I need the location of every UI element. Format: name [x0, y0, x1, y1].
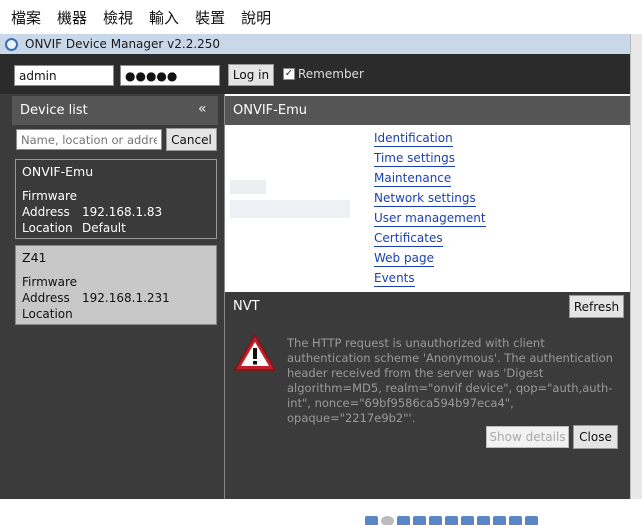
location-label: Location — [22, 307, 73, 321]
app-logo-icon — [5, 37, 18, 51]
collapse-panel-icon[interactable]: « — [198, 101, 207, 117]
error-message: The HTTP request is unauthorized with cl… — [287, 336, 613, 425]
device-name: Z41 — [22, 250, 47, 265]
close-button[interactable]: Close — [573, 425, 618, 449]
address-label: Address — [22, 205, 70, 219]
device-card-onvif-emu[interactable]: ONVIF-Emu Firmware Address 192.168.1.83 L… — [15, 159, 217, 239]
device-location: Default — [82, 221, 126, 235]
login-button[interactable]: Log in — [228, 64, 274, 86]
tray-icon[interactable] — [397, 516, 410, 525]
menu-input[interactable]: 輸入 — [149, 7, 179, 28]
tray-icon[interactable] — [461, 516, 474, 525]
firmware-label: Firmware — [22, 189, 77, 203]
device-card-z41[interactable]: Z41 Firmware Address 192.168.1.231 Locati… — [15, 245, 217, 325]
menu-bar: 檔案 機器 檢視 輸入 裝置 說明 — [0, 0, 642, 34]
link-time-settings[interactable]: Time settings — [374, 150, 456, 167]
host-statusbar — [0, 499, 642, 525]
refresh-button[interactable]: Refresh — [569, 295, 624, 318]
warning-icon — [233, 333, 277, 371]
device-search-input[interactable] — [16, 129, 162, 150]
menu-view[interactable]: 檢視 — [103, 7, 133, 28]
link-web-page[interactable]: Web page — [374, 250, 434, 267]
link-identification[interactable]: Identification — [374, 130, 453, 147]
device-address: 192.168.1.231 — [82, 291, 170, 305]
cancel-search-button[interactable]: Cancel — [166, 128, 217, 151]
menu-file[interactable]: 檔案 — [11, 7, 41, 28]
host-tray — [365, 516, 538, 525]
remember-checkbox[interactable]: ✓ — [283, 68, 295, 80]
tray-icon[interactable] — [525, 516, 538, 525]
window-scroll-strip — [630, 34, 642, 499]
tray-icon[interactable] — [493, 516, 506, 525]
tray-icon[interactable] — [365, 516, 378, 525]
username-input[interactable] — [14, 65, 114, 86]
menu-machine[interactable]: 機器 — [57, 7, 87, 28]
device-address: 192.168.1.83 — [82, 205, 163, 219]
menu-devices[interactable]: 裝置 — [195, 7, 225, 28]
device-thumbnail — [230, 180, 266, 194]
tray-icon[interactable] — [413, 516, 426, 525]
link-user-management[interactable]: User management — [374, 210, 486, 227]
menu-help[interactable]: 說明 — [241, 7, 271, 28]
link-network-settings[interactable]: Network settings — [374, 190, 476, 207]
window-titlebar: ONVIF Device Manager v2.2.250 — [0, 34, 630, 54]
device-detail-title: ONVIF-Emu — [233, 103, 307, 118]
link-events[interactable]: Events — [374, 270, 415, 287]
address-label: Address — [22, 291, 70, 305]
device-name: ONVIF-Emu — [22, 164, 94, 179]
link-certificates[interactable]: Certificates — [374, 230, 443, 247]
firmware-label: Firmware — [22, 275, 77, 289]
device-list-title: Device list — [20, 103, 88, 118]
tray-icon[interactable] — [381, 516, 394, 525]
tray-icon[interactable] — [429, 516, 442, 525]
password-input[interactable] — [120, 65, 220, 86]
remember-label: Remember — [298, 67, 364, 81]
tray-icon[interactable] — [509, 516, 522, 525]
device-detail-header: ONVIF-Emu — [225, 96, 630, 125]
tray-icon[interactable] — [445, 516, 458, 525]
nvt-title: NVT — [233, 298, 260, 314]
window-title: ONVIF Device Manager v2.2.250 — [25, 37, 221, 51]
device-list-header: Device list — [12, 96, 218, 125]
location-label: Location — [22, 221, 73, 235]
link-maintenance[interactable]: Maintenance — [374, 170, 452, 187]
show-details-button[interactable]: Show details — [486, 426, 569, 448]
device-thumbnail — [230, 200, 350, 218]
tray-icon[interactable] — [477, 516, 490, 525]
